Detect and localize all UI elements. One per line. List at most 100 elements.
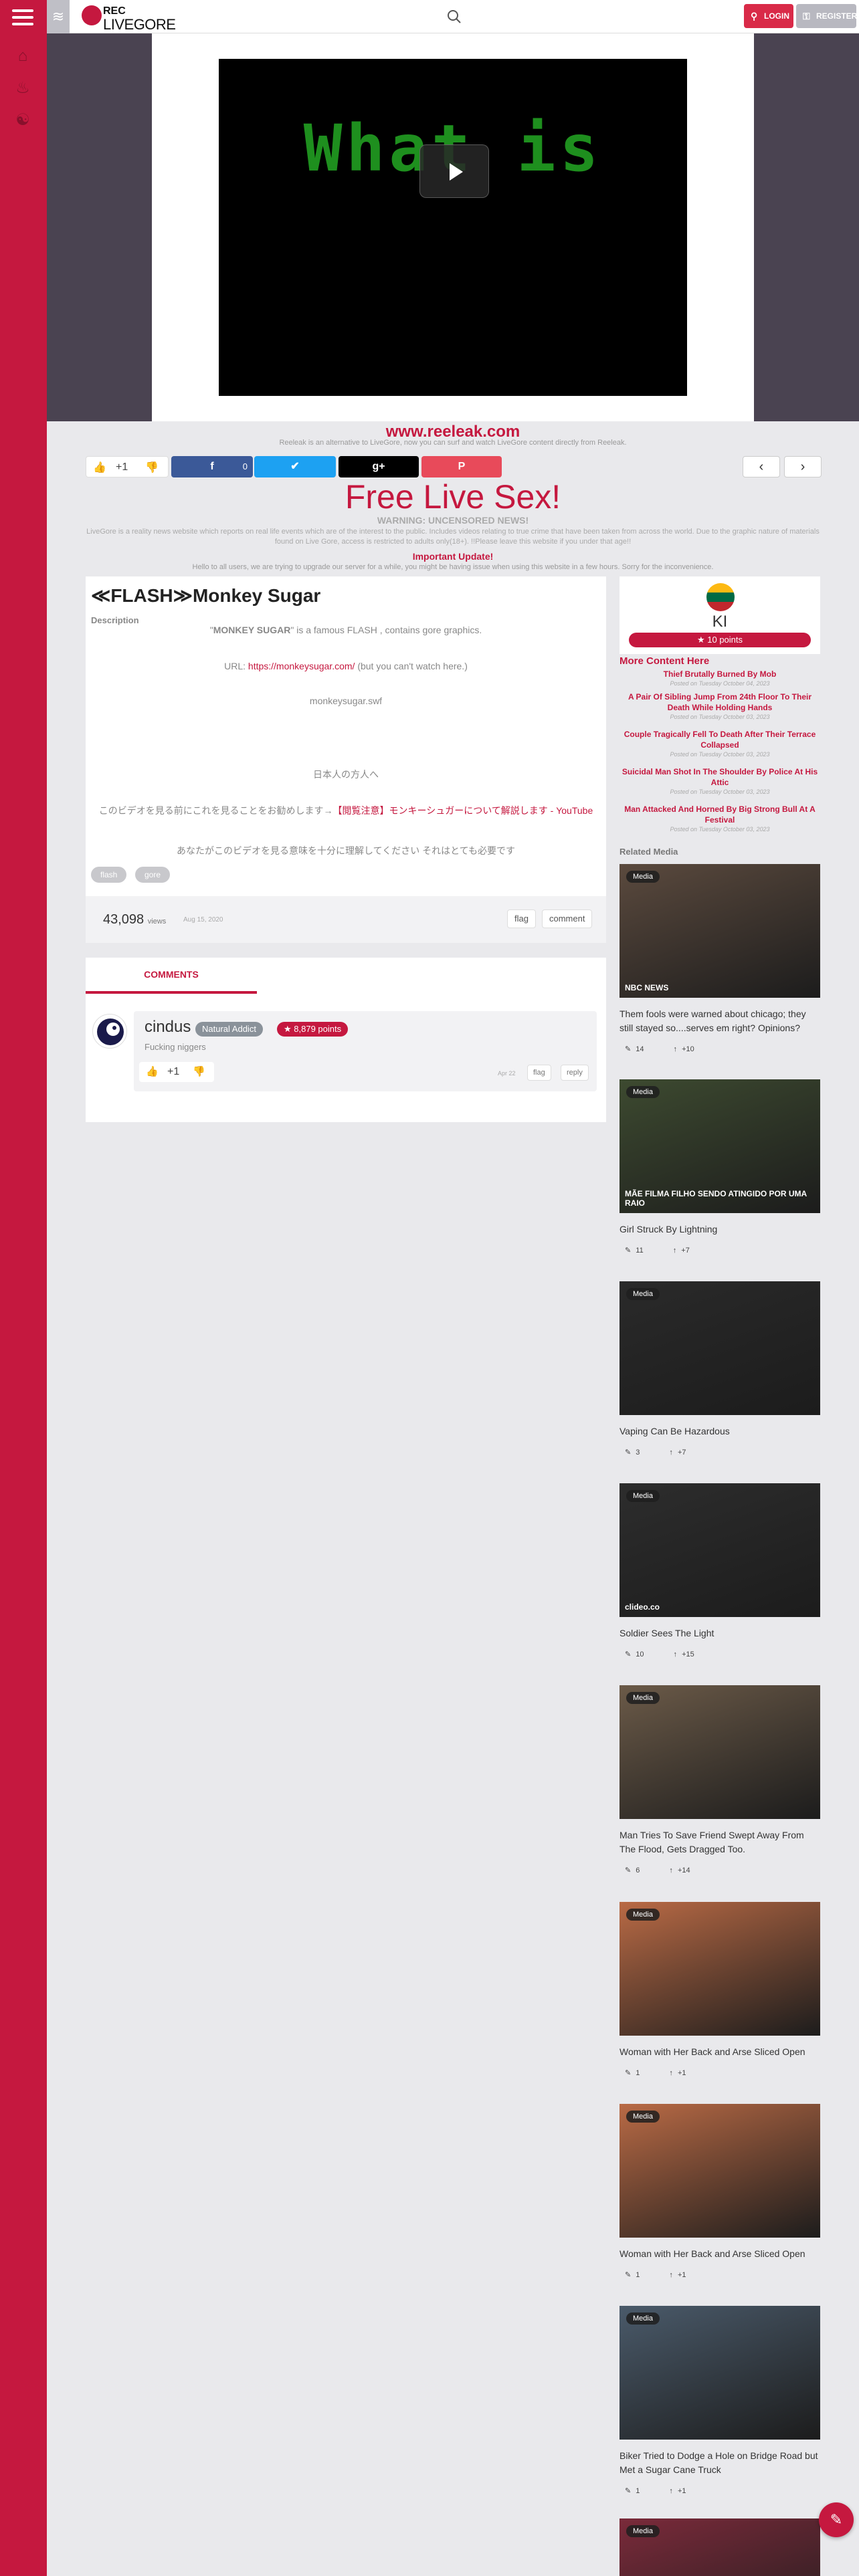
comments-icon: ✎ bbox=[625, 2271, 634, 2279]
thumbs-up-icon: ↑ bbox=[669, 2069, 675, 2077]
related-media-thumbnail[interactable]: Media bbox=[619, 2306, 820, 2440]
more-content-title[interactable]: Thief Brutally Burned By Mob bbox=[619, 669, 820, 679]
media-badge: Media bbox=[626, 871, 660, 883]
site-disclaimer: LiveGore is a reality news website which… bbox=[86, 528, 820, 546]
user-points: 8,879 points bbox=[294, 1024, 342, 1034]
comment-text: Fucking niggers bbox=[145, 1042, 206, 1052]
comments-icon: ✎ bbox=[625, 1247, 634, 1255]
thumbs-down-icon[interactable]: 👎 bbox=[193, 1065, 205, 1077]
related-media-title[interactable]: Vaping Can Be Hazardous bbox=[619, 1424, 820, 1438]
wave-icon[interactable]: ≋ bbox=[47, 0, 70, 33]
description-line: このビデオを見る前にこれを見ることをお勧めします→【閲覧注意】モンキーシュガーに… bbox=[86, 804, 606, 817]
register-button[interactable]: ⚿ REGISTER bbox=[796, 4, 858, 28]
related-media-stats: ✎ 10 ↑ +15 bbox=[625, 1650, 724, 1658]
thumbs-up-icon[interactable]: 👍 bbox=[93, 461, 106, 474]
more-content-item[interactable]: Man Attacked And Horned By Big Strong Bu… bbox=[619, 804, 820, 833]
country-flag-icon bbox=[706, 583, 735, 611]
more-content-date: Posted on Tuesday October 03, 2023 bbox=[670, 788, 770, 795]
flag-button[interactable]: flag bbox=[507, 909, 536, 928]
description-line: "MONKEY SUGAR" is a famous FLASH , conta… bbox=[86, 625, 606, 635]
menu-icon[interactable] bbox=[12, 9, 33, 25]
play-icon[interactable] bbox=[419, 144, 489, 198]
more-content-item[interactable]: Thief Brutally Burned By Mob Posted on T… bbox=[619, 669, 820, 687]
login-icon: ⚲ bbox=[751, 11, 758, 21]
related-media-title[interactable]: Biker Tried to Dodge a Hole on Bridge Ro… bbox=[619, 2449, 820, 2477]
related-media-stats: ✎ 14 ↑ +10 bbox=[625, 1045, 724, 1053]
related-media-title[interactable]: Woman with Her Back and Arse Sliced Open bbox=[619, 2045, 820, 2059]
player-frame bbox=[152, 59, 219, 396]
avatar-image bbox=[97, 1018, 124, 1045]
comment-username[interactable]: cindus bbox=[145, 1018, 191, 1037]
thumbnail-caption: MÃE FILMA FILHO SENDO ATINGIDO POR UMA R… bbox=[625, 1189, 807, 1208]
googleplus-share-button[interactable]: g+ bbox=[339, 456, 419, 477]
compose-button[interactable]: ✎ bbox=[819, 2502, 854, 2537]
pinterest-icon: P bbox=[458, 461, 466, 472]
tab-comments[interactable]: COMMENTS bbox=[86, 958, 257, 994]
post-date: Aug 15, 2020 bbox=[183, 916, 223, 924]
comments-icon: ✎ bbox=[625, 1045, 634, 1053]
thumbs-up-icon: ↑ bbox=[669, 1866, 675, 1874]
youtube-link[interactable]: 【閲覧注意】モンキーシュガーについて解説します - YouTube bbox=[332, 805, 593, 816]
related-media-thumbnail[interactable]: Media NBC NEWS bbox=[619, 864, 820, 998]
related-media-title[interactable]: Man Tries To Save Friend Swept Away From… bbox=[619, 1828, 820, 1856]
like-count: ↑ +7 bbox=[669, 1448, 700, 1457]
post-vote: 👍 +1 👎 bbox=[86, 456, 169, 477]
related-media-thumbnail[interactable]: Media bbox=[619, 1685, 820, 1819]
comment-button[interactable]: comment bbox=[542, 909, 593, 928]
uploader-name[interactable]: KI bbox=[619, 613, 820, 631]
more-content-title[interactable]: Man Attacked And Horned By Big Strong Bu… bbox=[619, 804, 820, 825]
more-content-item[interactable]: Couple Tragically Fell To Death After Th… bbox=[619, 729, 820, 758]
more-content-title[interactable]: Couple Tragically Fell To Death After Th… bbox=[619, 729, 820, 750]
thumbs-up-icon: ↑ bbox=[673, 1045, 680, 1053]
thumbs-up-icon[interactable]: 👍 bbox=[146, 1065, 159, 1077]
tag-flash[interactable]: flash bbox=[91, 867, 127, 883]
home-icon[interactable]: ⌂ bbox=[13, 47, 32, 66]
related-media-title[interactable]: Them fools were warned about chicago; th… bbox=[619, 1007, 820, 1035]
twitter-share-button[interactable]: ✔ bbox=[254, 456, 336, 477]
like-count-value: +15 bbox=[682, 1650, 694, 1658]
search-icon[interactable] bbox=[446, 8, 463, 25]
player-frame bbox=[152, 33, 754, 59]
like-count: ↑ +1 bbox=[669, 2069, 700, 2077]
alternative-note: Reeleak is an alternative to LiveGore, n… bbox=[279, 439, 627, 447]
video-screen[interactable]: What is bbox=[219, 64, 687, 396]
related-media-thumbnail[interactable]: Media bbox=[619, 1902, 820, 2036]
fire-icon[interactable]: ♨ bbox=[13, 79, 32, 98]
more-content-item[interactable]: Suicidal Man Shot In The Shoulder By Pol… bbox=[619, 766, 820, 796]
related-media-thumbnail[interactable]: Media bbox=[619, 1281, 820, 1415]
player-frame bbox=[687, 59, 754, 396]
media-badge: Media bbox=[626, 1692, 660, 1704]
related-media-thumbnail[interactable]: Media bbox=[619, 2104, 820, 2238]
comment-vote: 👍 +1 👎 bbox=[139, 1062, 214, 1082]
related-media-title[interactable]: Girl Struck By Lightning bbox=[619, 1222, 820, 1237]
monkeysugar-link[interactable]: https://monkeysugar.com/ bbox=[248, 661, 355, 671]
comment-reply-button[interactable]: reply bbox=[561, 1065, 589, 1081]
next-post-button[interactable]: › bbox=[784, 456, 822, 477]
register-label: REGISTER bbox=[816, 11, 858, 21]
tag-gore[interactable]: gore bbox=[135, 867, 171, 883]
more-content-title[interactable]: A Pair Of Sibling Jump From 24th Floor T… bbox=[619, 691, 820, 713]
pinterest-share-button[interactable]: P bbox=[421, 456, 502, 477]
like-count-value: +1 bbox=[677, 2487, 686, 2495]
thumbs-down-icon[interactable]: 👎 bbox=[145, 461, 159, 474]
post-title: ≪FLASH≫Monkey Sugar bbox=[91, 585, 321, 606]
related-media-thumbnail[interactable]: Media bbox=[619, 2518, 820, 2576]
avatar[interactable] bbox=[92, 1014, 127, 1049]
related-media-title[interactable]: Woman with Her Back and Arse Sliced Open bbox=[619, 2247, 820, 2261]
related-media-title[interactable]: Soldier Sees The Light bbox=[619, 1626, 820, 1640]
media-badge: Media bbox=[626, 2111, 660, 2123]
facebook-share-button[interactable]: f 0 bbox=[171, 456, 253, 477]
related-media-thumbnail[interactable]: Media clideo.co bbox=[619, 1483, 820, 1617]
ufo-icon[interactable]: ☯ bbox=[13, 111, 32, 130]
related-media-thumbnail[interactable]: Media MÃE FILMA FILHO SENDO ATINGIDO POR … bbox=[619, 1079, 820, 1213]
like-count: ↑ +10 bbox=[674, 1045, 709, 1053]
more-content-title[interactable]: Suicidal Man Shot In The Shoulder By Pol… bbox=[619, 766, 820, 788]
video-player[interactable]: What is bbox=[152, 33, 754, 421]
promo-banner[interactable]: Free Live Sex! bbox=[47, 477, 859, 516]
description-text: " is a famous FLASH , contains gore grap… bbox=[290, 625, 482, 635]
thumbnail-caption: clideo.co bbox=[625, 1602, 660, 1612]
login-button[interactable]: ⚲ LOGIN bbox=[744, 4, 793, 28]
previous-post-button[interactable]: ‹ bbox=[743, 456, 780, 477]
more-content-item[interactable]: A Pair Of Sibling Jump From 24th Floor T… bbox=[619, 691, 820, 721]
comment-flag-button[interactable]: flag bbox=[527, 1065, 551, 1081]
